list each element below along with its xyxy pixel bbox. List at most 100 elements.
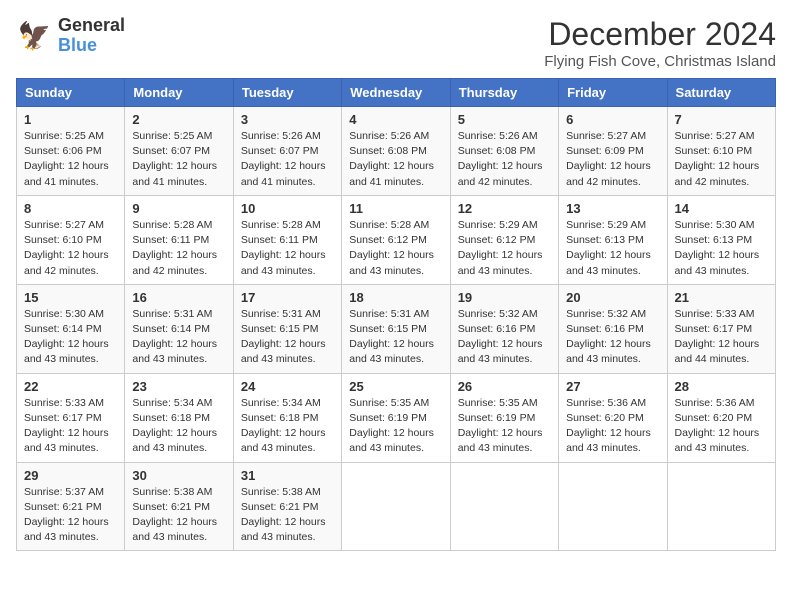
logo: 🦅 General Blue bbox=[16, 16, 125, 56]
calendar-day-header: Monday bbox=[125, 79, 233, 107]
day-info: Sunrise: 5:25 AMSunset: 6:07 PMDaylight:… bbox=[132, 129, 225, 190]
calendar-day-header: Sunday bbox=[17, 79, 125, 107]
svg-text:🦅: 🦅 bbox=[18, 19, 52, 51]
calendar-cell bbox=[450, 462, 558, 551]
calendar-day-header: Tuesday bbox=[233, 79, 341, 107]
calendar-cell: 4 Sunrise: 5:26 AMSunset: 6:08 PMDaylight… bbox=[342, 107, 450, 196]
day-number: 20 bbox=[566, 290, 659, 305]
day-number: 23 bbox=[132, 379, 225, 394]
day-info: Sunrise: 5:30 AMSunset: 6:14 PMDaylight:… bbox=[24, 307, 117, 368]
calendar-week-row: 8 Sunrise: 5:27 AMSunset: 6:10 PMDaylight… bbox=[17, 195, 776, 284]
day-info: Sunrise: 5:27 AMSunset: 6:10 PMDaylight:… bbox=[24, 218, 117, 279]
day-number: 30 bbox=[132, 468, 225, 483]
calendar-week-row: 29 Sunrise: 5:37 AMSunset: 6:21 PMDayligh… bbox=[17, 462, 776, 551]
day-number: 15 bbox=[24, 290, 117, 305]
day-info: Sunrise: 5:32 AMSunset: 6:16 PMDaylight:… bbox=[566, 307, 659, 368]
day-number: 18 bbox=[349, 290, 442, 305]
day-info: Sunrise: 5:29 AMSunset: 6:13 PMDaylight:… bbox=[566, 218, 659, 279]
day-info: Sunrise: 5:38 AMSunset: 6:21 PMDaylight:… bbox=[132, 485, 225, 546]
day-number: 26 bbox=[458, 379, 551, 394]
calendar-cell: 17Sunrise: 5:31 AMSunset: 6:15 PMDayligh… bbox=[233, 284, 341, 373]
day-number: 29 bbox=[24, 468, 117, 483]
calendar-cell: 12Sunrise: 5:29 AMSunset: 6:12 PMDayligh… bbox=[450, 195, 558, 284]
day-number: 8 bbox=[24, 201, 117, 216]
day-info: Sunrise: 5:36 AMSunset: 6:20 PMDaylight:… bbox=[566, 396, 659, 457]
day-info: Sunrise: 5:27 AMSunset: 6:10 PMDaylight:… bbox=[675, 129, 768, 190]
calendar-cell: 8 Sunrise: 5:27 AMSunset: 6:10 PMDaylight… bbox=[17, 195, 125, 284]
day-info: Sunrise: 5:32 AMSunset: 6:16 PMDaylight:… bbox=[458, 307, 551, 368]
day-number: 17 bbox=[241, 290, 334, 305]
header: 🦅 General Blue December 2024 Flying Fish… bbox=[16, 16, 776, 70]
calendar-cell: 22Sunrise: 5:33 AMSunset: 6:17 PMDayligh… bbox=[17, 373, 125, 462]
day-number: 25 bbox=[349, 379, 442, 394]
calendar-cell: 15 Sunrise: 5:30 AMSunset: 6:14 PMDayligh… bbox=[17, 284, 125, 373]
day-number: 24 bbox=[241, 379, 334, 394]
calendar-cell: 7 Sunrise: 5:27 AMSunset: 6:10 PMDaylight… bbox=[667, 107, 775, 196]
day-info: Sunrise: 5:28 AMSunset: 6:12 PMDaylight:… bbox=[349, 218, 442, 279]
calendar-header-row: SundayMondayTuesdayWednesdayThursdayFrid… bbox=[17, 79, 776, 107]
calendar-cell: 3Sunrise: 5:26 AMSunset: 6:07 PMDaylight… bbox=[233, 107, 341, 196]
day-info: Sunrise: 5:35 AMSunset: 6:19 PMDaylight:… bbox=[458, 396, 551, 457]
calendar-cell: 1 Sunrise: 5:25 AMSunset: 6:06 PMDaylight… bbox=[17, 107, 125, 196]
day-number: 14 bbox=[675, 201, 768, 216]
location-title: Flying Fish Cove, Christmas Island bbox=[544, 53, 776, 70]
calendar-cell: 21Sunrise: 5:33 AMSunset: 6:17 PMDayligh… bbox=[667, 284, 775, 373]
calendar-cell: 16Sunrise: 5:31 AMSunset: 6:14 PMDayligh… bbox=[125, 284, 233, 373]
day-info: Sunrise: 5:25 AMSunset: 6:06 PMDaylight:… bbox=[24, 129, 117, 190]
day-info: Sunrise: 5:34 AMSunset: 6:18 PMDaylight:… bbox=[241, 396, 334, 457]
calendar-day-header: Thursday bbox=[450, 79, 558, 107]
day-number: 2 bbox=[132, 112, 225, 127]
day-info: Sunrise: 5:38 AMSunset: 6:21 PMDaylight:… bbox=[241, 485, 334, 546]
calendar-cell: 18 Sunrise: 5:31 AMSunset: 6:15 PMDayligh… bbox=[342, 284, 450, 373]
calendar-cell bbox=[667, 462, 775, 551]
day-info: Sunrise: 5:28 AMSunset: 6:11 PMDaylight:… bbox=[241, 218, 334, 279]
day-number: 10 bbox=[241, 201, 334, 216]
day-number: 28 bbox=[675, 379, 768, 394]
logo-bird-icon: 🦅 bbox=[16, 18, 52, 54]
day-info: Sunrise: 5:28 AMSunset: 6:11 PMDaylight:… bbox=[132, 218, 225, 279]
day-info: Sunrise: 5:27 AMSunset: 6:09 PMDaylight:… bbox=[566, 129, 659, 190]
calendar-cell: 11Sunrise: 5:28 AMSunset: 6:12 PMDayligh… bbox=[342, 195, 450, 284]
day-info: Sunrise: 5:26 AMSunset: 6:08 PMDaylight:… bbox=[349, 129, 442, 190]
calendar-table: SundayMondayTuesdayWednesdayThursdayFrid… bbox=[16, 78, 776, 551]
calendar-week-row: 22Sunrise: 5:33 AMSunset: 6:17 PMDayligh… bbox=[17, 373, 776, 462]
calendar-cell: 29 Sunrise: 5:37 AMSunset: 6:21 PMDayligh… bbox=[17, 462, 125, 551]
day-number: 19 bbox=[458, 290, 551, 305]
calendar-cell: 24 Sunrise: 5:34 AMSunset: 6:18 PMDayligh… bbox=[233, 373, 341, 462]
calendar-cell: 23 Sunrise: 5:34 AMSunset: 6:18 PMDayligh… bbox=[125, 373, 233, 462]
day-number: 27 bbox=[566, 379, 659, 394]
day-number: 9 bbox=[132, 201, 225, 216]
month-title: December 2024 bbox=[544, 16, 776, 53]
day-info: Sunrise: 5:35 AMSunset: 6:19 PMDaylight:… bbox=[349, 396, 442, 457]
day-number: 1 bbox=[24, 112, 117, 127]
day-number: 21 bbox=[675, 290, 768, 305]
day-info: Sunrise: 5:36 AMSunset: 6:20 PMDaylight:… bbox=[675, 396, 768, 457]
day-info: Sunrise: 5:31 AMSunset: 6:15 PMDaylight:… bbox=[349, 307, 442, 368]
day-number: 5 bbox=[458, 112, 551, 127]
day-info: Sunrise: 5:37 AMSunset: 6:21 PMDaylight:… bbox=[24, 485, 117, 546]
calendar-day-header: Friday bbox=[559, 79, 667, 107]
calendar-cell: 25 Sunrise: 5:35 AMSunset: 6:19 PMDayligh… bbox=[342, 373, 450, 462]
day-number: 3 bbox=[241, 112, 334, 127]
calendar-cell: 2 Sunrise: 5:25 AMSunset: 6:07 PMDaylight… bbox=[125, 107, 233, 196]
calendar-cell: 28 Sunrise: 5:36 AMSunset: 6:20 PMDayligh… bbox=[667, 373, 775, 462]
day-info: Sunrise: 5:31 AMSunset: 6:14 PMDaylight:… bbox=[132, 307, 225, 368]
calendar-cell: 13 Sunrise: 5:29 AMSunset: 6:13 PMDayligh… bbox=[559, 195, 667, 284]
day-info: Sunrise: 5:34 AMSunset: 6:18 PMDaylight:… bbox=[132, 396, 225, 457]
day-number: 6 bbox=[566, 112, 659, 127]
calendar-cell: 9 Sunrise: 5:28 AMSunset: 6:11 PMDaylight… bbox=[125, 195, 233, 284]
day-number: 4 bbox=[349, 112, 442, 127]
calendar-body: 1 Sunrise: 5:25 AMSunset: 6:06 PMDaylight… bbox=[17, 107, 776, 551]
day-info: Sunrise: 5:30 AMSunset: 6:13 PMDaylight:… bbox=[675, 218, 768, 279]
title-area: December 2024 Flying Fish Cove, Christma… bbox=[544, 16, 776, 70]
calendar-cell: 27 Sunrise: 5:36 AMSunset: 6:20 PMDayligh… bbox=[559, 373, 667, 462]
day-number: 12 bbox=[458, 201, 551, 216]
day-number: 7 bbox=[675, 112, 768, 127]
calendar-cell: 5Sunrise: 5:26 AMSunset: 6:08 PMDaylight… bbox=[450, 107, 558, 196]
day-number: 13 bbox=[566, 201, 659, 216]
calendar-cell bbox=[342, 462, 450, 551]
calendar-cell: 30 Sunrise: 5:38 AMSunset: 6:21 PMDayligh… bbox=[125, 462, 233, 551]
calendar-week-row: 15 Sunrise: 5:30 AMSunset: 6:14 PMDayligh… bbox=[17, 284, 776, 373]
calendar-cell: 10 Sunrise: 5:28 AMSunset: 6:11 PMDayligh… bbox=[233, 195, 341, 284]
calendar-cell: 14 Sunrise: 5:30 AMSunset: 6:13 PMDayligh… bbox=[667, 195, 775, 284]
